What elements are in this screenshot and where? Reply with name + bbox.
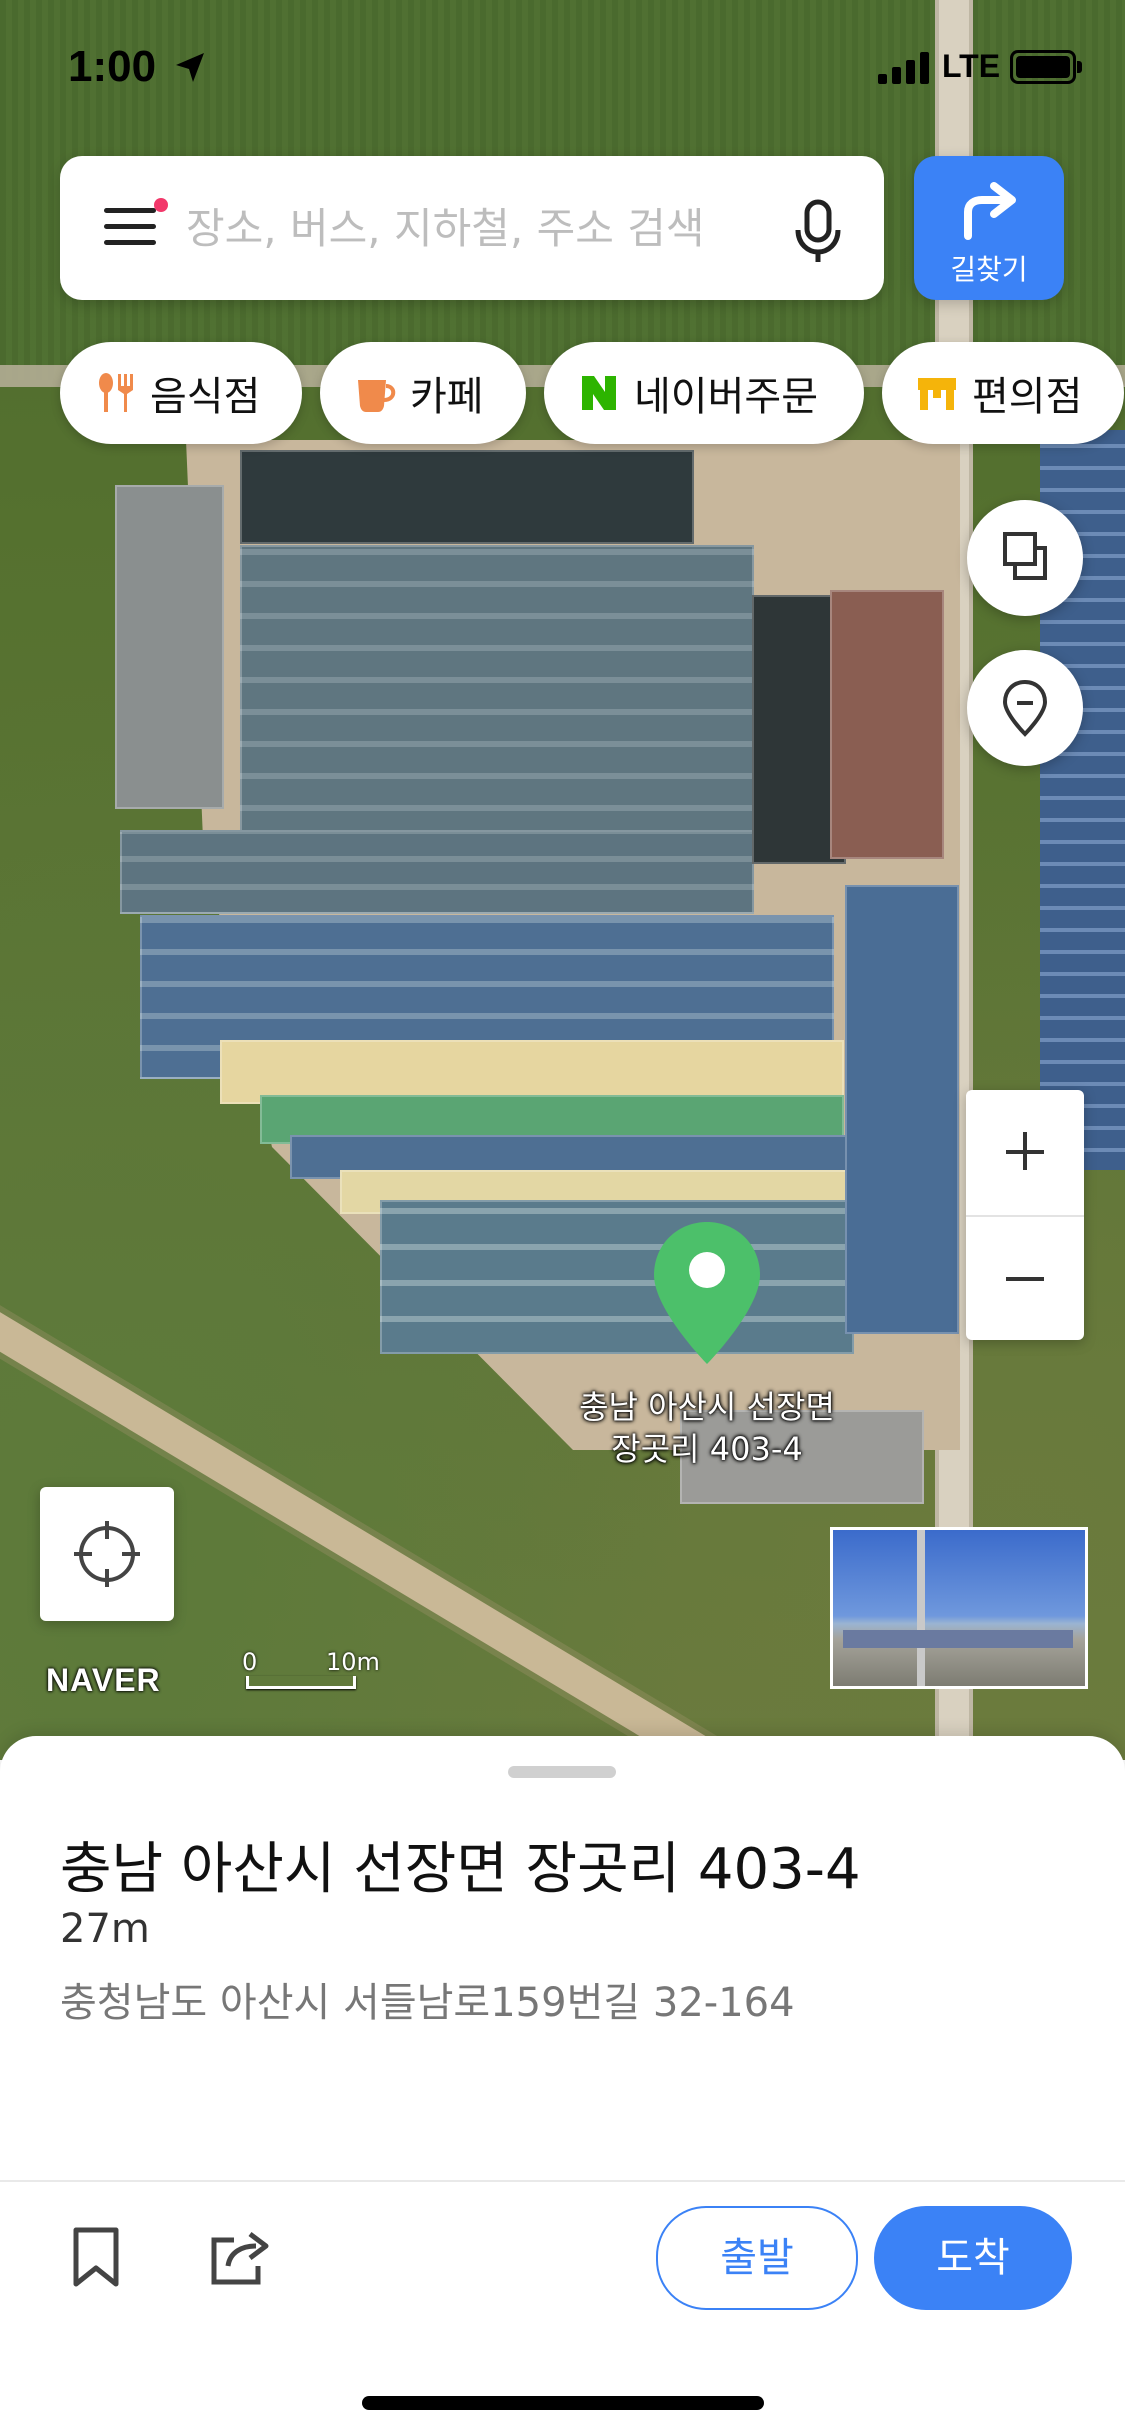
status-time: 1:00	[68, 42, 157, 91]
building-roof	[845, 885, 959, 1334]
thumbnail-pole	[917, 1530, 925, 1686]
naver-n-icon	[582, 376, 616, 410]
building-roof	[115, 485, 224, 809]
divider	[0, 2180, 1125, 2182]
chip-restaurant[interactable]: 음식점	[60, 342, 302, 444]
thumbnail-roof	[843, 1630, 1073, 1648]
nearby-places-button[interactable]	[967, 650, 1083, 766]
building-roof	[240, 545, 754, 839]
building-roof	[380, 1200, 854, 1354]
street-view-thumbnail[interactable]	[830, 1527, 1088, 1689]
directions-button[interactable]: 길찾기	[914, 156, 1064, 300]
pin-label-line2: 장곳리 403-4	[611, 1430, 803, 1468]
scale-label: 10m	[326, 1648, 380, 1676]
place-title: 충남 아산시 선장면 장곳리 403-4	[60, 1837, 861, 1902]
directions-label: 길찾기	[950, 253, 1028, 286]
status-bar: 1:00 LTE	[0, 40, 1125, 100]
zoom-out-button[interactable]	[966, 1215, 1084, 1342]
restaurant-icon	[99, 373, 133, 412]
zoom-in-button[interactable]	[966, 1090, 1084, 1215]
cafe-icon	[358, 380, 396, 412]
search-input[interactable]	[184, 192, 808, 264]
place-distance: 27m	[60, 1906, 150, 1952]
chip-naver-order[interactable]: 네이버주문	[544, 342, 864, 444]
arrive-button[interactable]: 도착	[874, 2206, 1072, 2310]
home-indicator[interactable]	[362, 2396, 764, 2410]
signal-icon	[878, 52, 929, 84]
chip-convenience-store[interactable]: 편의점	[882, 342, 1124, 444]
scale-zero-label: 0	[242, 1648, 258, 1676]
chip-label: 편의점	[972, 374, 1083, 420]
start-button[interactable]: 출발	[656, 2206, 858, 2310]
chip-label: 카페	[410, 374, 484, 420]
chip-label: 음식점	[150, 374, 261, 420]
naver-logo: NAVER	[46, 1662, 161, 1698]
convenience-store-icon	[918, 378, 956, 410]
crosshair-icon	[74, 1521, 140, 1587]
battery-icon	[1010, 50, 1082, 84]
chip-cafe[interactable]: 카페	[320, 342, 526, 444]
road-address: 충청남도 아산시 서들남로159번길 32-164	[60, 1980, 795, 2026]
pin-label-line1: 충남 아산시 선장면	[579, 1388, 835, 1426]
map-layers-button[interactable]	[967, 500, 1083, 616]
pin-label: 충남 아산시 선장면 장곳리 403-4	[520, 1386, 894, 1470]
menu-icon[interactable]	[104, 198, 168, 248]
zoom-control	[966, 1090, 1084, 1340]
location-pin-icon[interactable]	[650, 1218, 764, 1368]
microphone-icon[interactable]	[788, 196, 848, 266]
layers-icon	[1003, 532, 1047, 580]
current-location-button[interactable]	[40, 1487, 174, 1621]
notification-dot	[154, 198, 168, 212]
map-scale: 0 10m	[240, 1648, 380, 1689]
building-roof	[240, 450, 694, 544]
turn-right-arrow-icon	[964, 182, 1016, 240]
network-type: LTE	[942, 48, 1001, 84]
share-icon[interactable]	[208, 2226, 274, 2288]
bookmark-icon[interactable]	[70, 2226, 122, 2288]
chip-label: 네이버주문	[634, 374, 818, 420]
building-roof	[120, 830, 754, 914]
building-roof	[830, 590, 944, 859]
location-arrow-icon	[176, 53, 204, 82]
place-info-sheet: 충남 아산시 선장면 장곳리 403-4 27m 충청남도 아산시 서들남로15…	[0, 1736, 1125, 2436]
place-marker-icon	[1002, 679, 1048, 737]
scale-bar	[246, 1676, 356, 1689]
sheet-drag-handle[interactable]	[508, 1766, 616, 1778]
search-bar[interactable]	[60, 156, 884, 300]
